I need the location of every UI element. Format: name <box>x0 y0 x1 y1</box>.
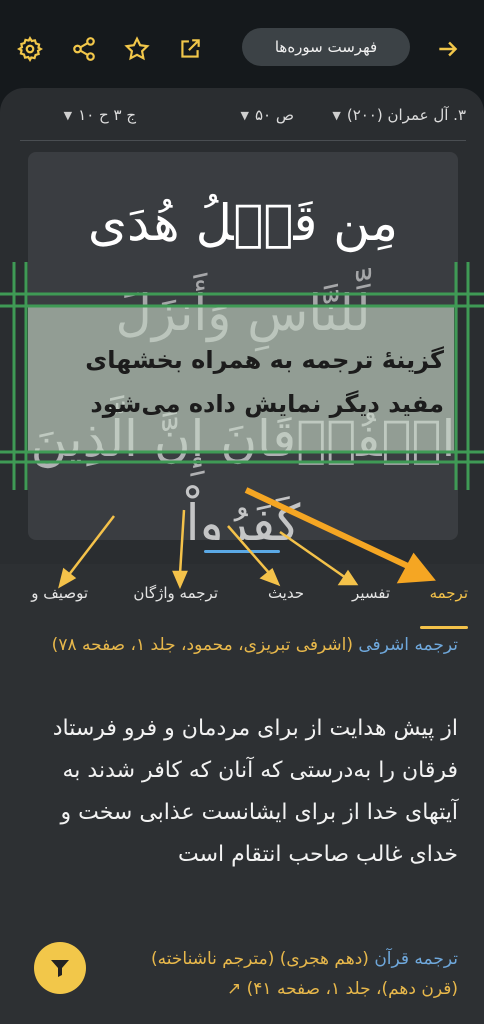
share-icon[interactable] <box>69 34 99 64</box>
forward-arrow-icon[interactable] <box>433 34 463 64</box>
annotation-text: گزینهٔ ترجمه به همراه بخشهای مفید دیگر ن… <box>85 346 444 418</box>
open-external-icon[interactable] <box>175 34 205 64</box>
page-indicator <box>204 550 280 553</box>
quran-line: كَفَرُواْ <box>185 494 301 540</box>
translation-source[interactable]: ترجمه اشرفی (اشرفی تبریزی، محمود، جلد ۱،… <box>28 630 458 660</box>
tab-translation[interactable]: ترجمه <box>430 584 468 602</box>
chevron-down-icon: ▼ <box>332 108 341 122</box>
top-bar: فهرست سوره‌ها <box>0 0 484 96</box>
content-tabs: ترجمه تفسیر حدیث ترجمه واژگان توصیف و <box>0 576 484 616</box>
surah-selector[interactable]: ۳. آل عمران (۲۰۰) ▼ <box>332 106 466 124</box>
juz-selector-label: ج ۳ ح ۱۰ <box>78 106 136 124</box>
filter-button[interactable] <box>34 942 86 994</box>
location-selectors: ۳. آل عمران (۲۰۰) ▼ ص ۵۰ ▼ ج ۳ ح ۱۰ ▼ <box>20 106 466 136</box>
source-name: ترجمه قرآن <box>374 949 458 969</box>
translation-text: از پیش هدایت از برای مردمان و فرو فرستاد… <box>52 716 458 867</box>
surah-list-button[interactable]: فهرست سوره‌ها <box>242 28 410 66</box>
external-link-icon[interactable]: ↗ <box>227 979 241 999</box>
settings-icon[interactable] <box>15 34 45 64</box>
surah-selector-label: ۳. آل عمران (۲۰۰) <box>346 106 466 124</box>
tab-description[interactable]: توصیف و <box>31 584 88 602</box>
quran-line: مِن قَبۡلُ هُدَى <box>87 194 399 252</box>
star-icon[interactable] <box>122 34 152 64</box>
tab-word-translation[interactable]: ترجمه واژگان <box>133 584 218 602</box>
source-detail: (قرن دهم)، جلد ۱، صفحه ۴۱) <box>246 979 458 999</box>
tab-hadith[interactable]: حدیث <box>268 584 304 602</box>
source-meta: (اشرفی تبریزی، محمود، جلد ۱، صفحه ۷۸) <box>51 635 353 655</box>
juz-selector[interactable]: ج ۳ ح ۱۰ ▼ <box>64 106 136 124</box>
filter-icon <box>51 960 69 977</box>
source-name: ترجمه اشرفی <box>358 635 458 655</box>
active-tab-indicator <box>420 626 468 629</box>
second-translation-source[interactable]: ترجمه قرآن (دهم هجری) (مترجم ناشناخته) (… <box>28 944 458 1004</box>
chevron-down-icon: ▼ <box>63 108 73 122</box>
divider <box>20 140 466 141</box>
page-selector[interactable]: ص ۵۰ ▼ <box>241 106 295 124</box>
chevron-down-icon: ▼ <box>240 108 249 122</box>
tab-tafsir[interactable]: تفسیر <box>352 584 390 602</box>
page-selector-label: ص ۵۰ <box>254 106 294 124</box>
source-meta: (دهم هجری) (مترجم ناشناخته) <box>151 949 369 969</box>
